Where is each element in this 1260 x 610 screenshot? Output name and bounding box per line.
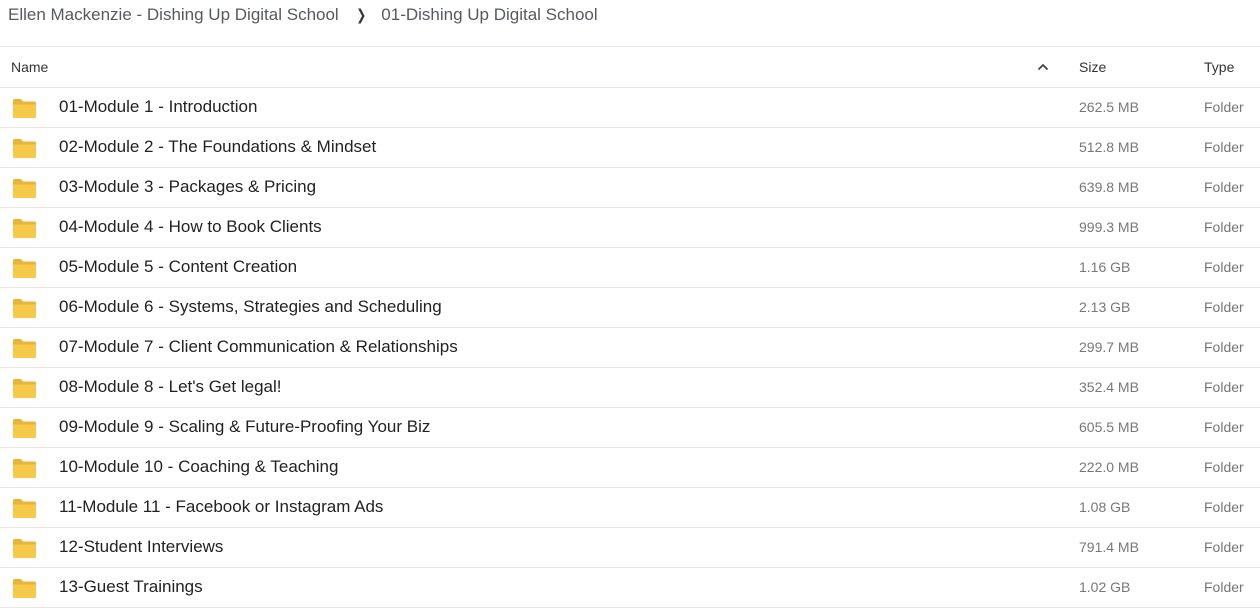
table-row[interactable]: 04-Module 4 - How to Book Clients 999.3 … bbox=[0, 208, 1260, 248]
row-size: 512.8 MB bbox=[1079, 139, 1139, 155]
table-row[interactable]: 05-Module 5 - Content Creation 1.16 GB F… bbox=[0, 248, 1260, 288]
folder-icon bbox=[13, 339, 36, 358]
breadcrumb-current[interactable]: 01-Dishing Up Digital School bbox=[381, 5, 597, 25]
row-size: 639.8 MB bbox=[1079, 179, 1139, 195]
row-name: 12-Student Interviews bbox=[59, 537, 224, 556]
folder-icon bbox=[13, 179, 36, 198]
row-name: 08-Module 8 - Let's Get legal! bbox=[59, 377, 282, 396]
row-type: Folder bbox=[1204, 499, 1244, 515]
table-header: Name Size Type bbox=[0, 47, 1260, 88]
table-row[interactable]: 07-Module 7 - Client Communication & Rel… bbox=[0, 328, 1260, 368]
folder-icon bbox=[13, 219, 36, 238]
row-size: 999.3 MB bbox=[1079, 219, 1139, 235]
row-size: 605.5 MB bbox=[1079, 419, 1139, 435]
row-size: 299.7 MB bbox=[1079, 339, 1139, 355]
row-name: 04-Module 4 - How to Book Clients bbox=[59, 217, 322, 236]
row-name: 01-Module 1 - Introduction bbox=[59, 97, 258, 116]
folder-icon bbox=[13, 299, 36, 318]
table-row[interactable]: 06-Module 6 - Systems, Strategies and Sc… bbox=[0, 288, 1260, 328]
row-type: Folder bbox=[1204, 339, 1244, 355]
row-type: Folder bbox=[1204, 379, 1244, 395]
row-name: 06-Module 6 - Systems, Strategies and Sc… bbox=[59, 297, 442, 316]
folder-icon bbox=[13, 139, 36, 158]
row-type: Folder bbox=[1204, 299, 1244, 315]
row-size: 2.13 GB bbox=[1079, 299, 1131, 315]
row-name: 07-Module 7 - Client Communication & Rel… bbox=[59, 337, 458, 356]
row-type: Folder bbox=[1204, 99, 1244, 115]
folder-icon bbox=[13, 419, 36, 438]
table-row[interactable]: 02-Module 2 - The Foundations & Mindset … bbox=[0, 128, 1260, 168]
breadcrumb-parent-link[interactable]: Ellen Mackenzie - Dishing Up Digital Sch… bbox=[8, 5, 339, 25]
row-name: 05-Module 5 - Content Creation bbox=[59, 257, 298, 276]
breadcrumb: Ellen Mackenzie - Dishing Up Digital Sch… bbox=[8, 4, 598, 26]
table-row[interactable]: 08-Module 8 - Let's Get legal! 352.4 MB … bbox=[0, 368, 1260, 408]
row-size: 352.4 MB bbox=[1079, 379, 1139, 395]
row-name: 09-Module 9 - Scaling & Future-Proofing … bbox=[59, 417, 431, 436]
column-header-name[interactable]: Name bbox=[11, 59, 48, 75]
row-size: 262.5 MB bbox=[1079, 99, 1139, 115]
file-browser: Ellen Mackenzie - Dishing Up Digital Sch… bbox=[0, 0, 1260, 610]
folder-icon bbox=[13, 379, 36, 398]
folder-icon bbox=[13, 539, 36, 558]
row-name: 11-Module 11 - Facebook or Instagram Ads bbox=[59, 497, 384, 516]
row-size: 1.08 GB bbox=[1079, 499, 1131, 515]
row-size: 222.0 MB bbox=[1079, 459, 1139, 475]
row-type: Folder bbox=[1204, 219, 1244, 235]
table-body: 01-Module 1 - Introduction 262.5 MB Fold… bbox=[0, 88, 1260, 608]
row-name: 10-Module 10 - Coaching & Teaching bbox=[59, 457, 339, 476]
table-row[interactable]: 11-Module 11 - Facebook or Instagram Ads… bbox=[0, 488, 1260, 528]
table-row[interactable]: 13-Guest Trainings 1.02 GB Folder bbox=[0, 568, 1260, 608]
folder-icon bbox=[13, 99, 36, 118]
row-name: 13-Guest Trainings bbox=[59, 577, 203, 596]
column-header-size[interactable]: Size bbox=[1079, 59, 1106, 75]
row-type: Folder bbox=[1204, 179, 1244, 195]
row-type: Folder bbox=[1204, 259, 1244, 275]
table-row[interactable]: 10-Module 10 - Coaching & Teaching 222.0… bbox=[0, 448, 1260, 488]
folder-icon bbox=[13, 259, 36, 278]
row-name: 03-Module 3 - Packages & Pricing bbox=[59, 177, 317, 196]
row-type: Folder bbox=[1204, 459, 1244, 475]
folder-icon bbox=[13, 499, 36, 518]
table-row[interactable]: 12-Student Interviews 791.4 MB Folder bbox=[0, 528, 1260, 568]
folder-icon bbox=[13, 579, 36, 598]
folder-icon bbox=[13, 459, 36, 478]
row-size: 1.16 GB bbox=[1079, 259, 1131, 275]
table-row[interactable]: 01-Module 1 - Introduction 262.5 MB Fold… bbox=[0, 88, 1260, 128]
table-row[interactable]: 09-Module 9 - Scaling & Future-Proofing … bbox=[0, 408, 1260, 448]
column-header-type[interactable]: Type bbox=[1204, 59, 1234, 75]
row-type: Folder bbox=[1204, 579, 1244, 595]
row-size: 791.4 MB bbox=[1079, 539, 1139, 555]
file-table: Name Size Type 01-Module 1 - Introductio… bbox=[0, 46, 1260, 608]
chevron-up-icon[interactable] bbox=[1036, 60, 1050, 74]
table-row[interactable]: 03-Module 3 - Packages & Pricing 639.8 M… bbox=[0, 168, 1260, 208]
row-type: Folder bbox=[1204, 139, 1244, 155]
row-type: Folder bbox=[1204, 419, 1244, 435]
row-type: Folder bbox=[1204, 539, 1244, 555]
row-size: 1.02 GB bbox=[1079, 579, 1131, 595]
chevron-right-icon: ❯ bbox=[355, 7, 367, 24]
row-name: 02-Module 2 - The Foundations & Mindset bbox=[59, 137, 377, 156]
